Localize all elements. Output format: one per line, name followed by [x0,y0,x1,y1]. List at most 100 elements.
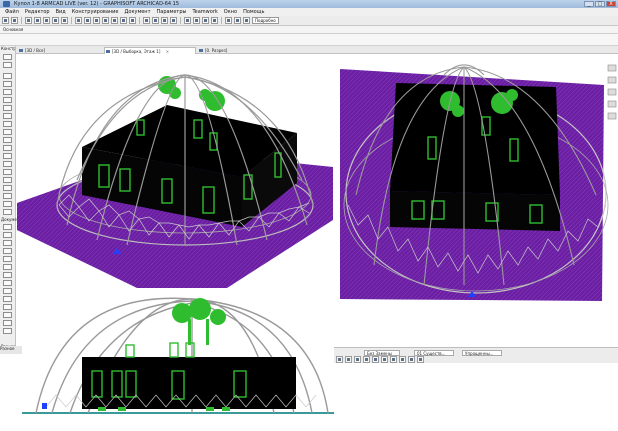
previous-view-icon[interactable] [372,355,379,363]
shading-icon[interactable] [243,17,250,24]
zoom-out-icon[interactable] [34,17,41,24]
zone-tool-icon[interactable] [3,153,12,159]
menu-help[interactable]: Помощь [240,8,267,16]
column-tool-icon[interactable] [3,81,12,87]
dimension-tool-icon[interactable] [3,224,12,230]
zoom-in-icon[interactable] [25,17,32,24]
orbit-icon[interactable] [61,17,68,24]
window-tool-icon[interactable] [3,97,12,103]
roof-tool-icon[interactable] [3,129,12,135]
3d-view-icon [19,49,23,52]
label-tool-icon[interactable] [3,248,12,254]
3d-viewport-perspective[interactable] [17,55,333,289]
3d-window-icon[interactable] [129,17,136,24]
fill-tool-icon[interactable] [3,256,12,262]
object-tool-icon[interactable] [3,113,12,119]
markup-icon[interactable] [211,17,218,24]
lamp-tool-icon[interactable] [3,193,12,199]
display-mode-select[interactable]: Подробно [252,17,279,24]
tab-3d-selection[interactable]: [3D / Выборка, Этаж 1] × [104,47,196,54]
beam-tool-icon[interactable] [3,89,12,95]
menu-window[interactable]: Окно [221,8,240,16]
toolbar-separator [221,17,222,24]
line-tool-icon[interactable] [3,264,12,270]
menu-view[interactable]: Вид [53,8,69,16]
elevation-tool-icon[interactable] [3,304,12,310]
grid-icon[interactable] [84,17,91,24]
tab-section[interactable]: [0. Разрез] [198,47,258,54]
menu-file[interactable]: Файл [2,8,22,16]
layers-icon[interactable] [93,17,100,24]
toolbar-separator [71,17,72,24]
building-roof [390,83,560,195]
explore-icon[interactable] [417,355,424,363]
door-tool-icon[interactable] [3,105,12,111]
fit-window-icon[interactable] [43,17,50,24]
level-dimension-tool-icon[interactable] [3,232,12,238]
close-button[interactable]: X [606,1,616,7]
tab-label: [3D / Все] [25,48,46,53]
curtain-wall-tool-icon[interactable] [3,161,12,167]
worksheet-tool-icon[interactable] [3,320,12,326]
elevation-icon[interactable] [120,17,127,24]
snap-icon[interactable] [75,17,82,24]
pen-set-icon[interactable] [193,17,200,24]
section-tool-icon[interactable] [3,296,12,302]
camera-icon[interactable] [390,355,397,363]
skylight-tool-icon[interactable] [3,185,12,191]
arrow-tool-icon[interactable] [3,54,12,60]
window-title: Купол 1-8 ARMCAD LIVE (ver. 12) - GRAPHI… [14,1,180,7]
redo-icon[interactable] [11,17,18,24]
close-tab-icon[interactable]: × [166,49,169,54]
menu-design[interactable]: Конструирование [69,8,122,16]
app-icon [3,1,10,7]
info-box-options [0,34,618,46]
morph-tool-icon[interactable] [3,177,12,183]
toolbox-header-design: Конструирование [1,46,15,51]
slab-tool-icon[interactable] [3,121,12,127]
magic-wand-icon[interactable] [170,17,177,24]
zoom-in-icon[interactable] [336,355,343,363]
undo-icon[interactable] [2,17,9,24]
building-section [82,357,296,409]
display-icon[interactable] [184,17,191,24]
orbit-icon[interactable] [399,355,406,363]
wall-tool-icon[interactable] [3,73,12,79]
building-front-wall [390,191,560,231]
render-icon[interactable] [408,355,415,363]
render-icon[interactable] [143,17,150,24]
text-tool-icon[interactable] [3,240,12,246]
change-tool-icon[interactable] [3,328,12,334]
wireframe-icon[interactable] [225,17,232,24]
maximize-button[interactable]: □ [595,1,605,7]
menu-options[interactable]: Параметры [154,8,190,16]
fit-window-icon[interactable] [363,355,370,363]
menu-document[interactable]: Документ [122,8,154,16]
corner-window-tool-icon[interactable] [3,201,12,207]
tab-3d-all[interactable]: [3D / Все] [18,47,98,54]
3d-viewport-top[interactable] [334,55,618,347]
railing-tool-icon[interactable] [3,209,12,215]
mesh-tool-icon[interactable] [3,145,12,151]
zoom-out-icon[interactable] [345,355,352,363]
arc-tool-icon[interactable] [3,272,12,278]
stair-tool-icon[interactable] [3,169,12,175]
shell-tool-icon[interactable] [3,137,12,143]
section-viewport[interactable] [22,289,334,417]
section-icon[interactable] [111,17,118,24]
detail-tool-icon[interactable] [3,312,12,318]
next-view-icon[interactable] [381,355,388,363]
selection-icon[interactable] [161,17,168,24]
menu-edit[interactable]: Редактор [22,8,53,16]
pan-icon[interactable] [354,355,361,363]
pan-icon[interactable] [52,17,59,24]
model-view-icon[interactable] [202,17,209,24]
plan-icon[interactable] [102,17,109,24]
drawing-tool-icon[interactable] [3,288,12,294]
menu-teamwork[interactable]: Teamwork [189,8,220,16]
polyline-tool-icon[interactable] [3,280,12,286]
marquee-tool-icon[interactable] [3,62,12,68]
hidden-line-icon[interactable] [234,17,241,24]
minimize-button[interactable]: _ [584,1,594,7]
settings-icon[interactable] [152,17,159,24]
